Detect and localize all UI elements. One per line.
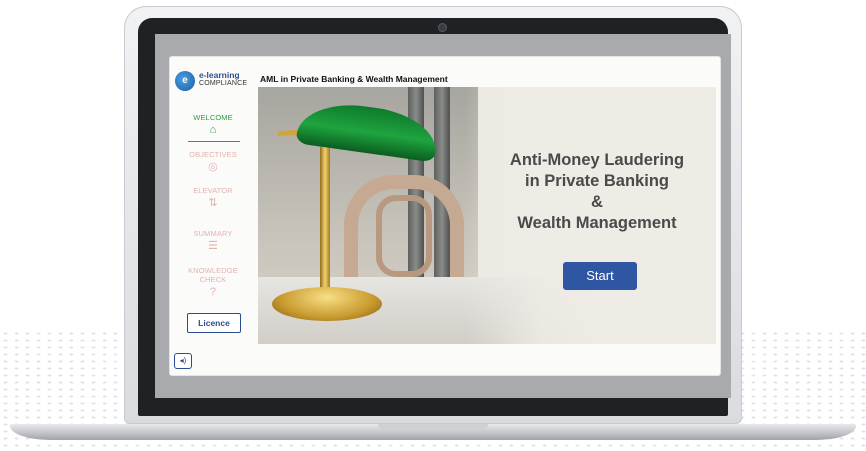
licence-button[interactable]: Licence (187, 313, 241, 333)
course-title: AML in Private Banking & Wealth Manageme… (260, 74, 448, 84)
chair-back (376, 195, 432, 277)
hero-title: Anti-Money Laudering in Private Banking … (478, 150, 716, 234)
nav-item-knowledge-check[interactable]: KNOWLEDGE CHECK ? (180, 266, 246, 298)
nav-knowledge-label-1: KNOWLEDGE (188, 266, 238, 275)
elevator-icon: ⇅ (208, 197, 218, 209)
nav-item-welcome[interactable]: WELCOME ⌂ (180, 113, 246, 136)
camera-dot (439, 24, 446, 31)
logo-mark: e (175, 71, 195, 91)
nav-item-elevator[interactable]: ELEVATOR ⇅ (180, 186, 246, 209)
logo-line1: e-learning (199, 70, 240, 80)
nav-elevator-label: ELEVATOR (193, 186, 233, 195)
question-icon: ? (209, 286, 217, 298)
hero-title-line: Wealth Management (517, 214, 677, 232)
nav-welcome-label: WELCOME (193, 113, 233, 122)
hero-title-line: Anti-Money Laudering (509, 151, 685, 169)
nav-objectives-label: OBJECTIVES (189, 150, 237, 159)
logo-line2: COMPLIANCE (199, 80, 248, 87)
logo: e e-learning COMPLIANCE (175, 69, 255, 95)
speaker-icon[interactable]: ◂) (174, 353, 192, 369)
lamp-stem (320, 147, 330, 307)
lamp-base (272, 287, 382, 321)
nav-knowledge-label-2: CHECK (199, 275, 227, 284)
hero-title-line: in Private Banking (525, 172, 669, 190)
laptop-notch (378, 424, 488, 430)
nav-active-underline (188, 141, 240, 142)
start-button[interactable]: Start (563, 262, 637, 290)
target-icon: ◎ (208, 161, 218, 173)
list-icon: ☰ (208, 240, 218, 252)
hero-title-line: & (591, 193, 603, 211)
nav-item-summary[interactable]: SUMMARY ☰ (180, 229, 246, 252)
nav-item-objectives[interactable]: OBJECTIVES ◎ (180, 150, 246, 173)
nav-summary-label: SUMMARY (193, 229, 233, 238)
home-icon: ⌂ (209, 124, 217, 136)
